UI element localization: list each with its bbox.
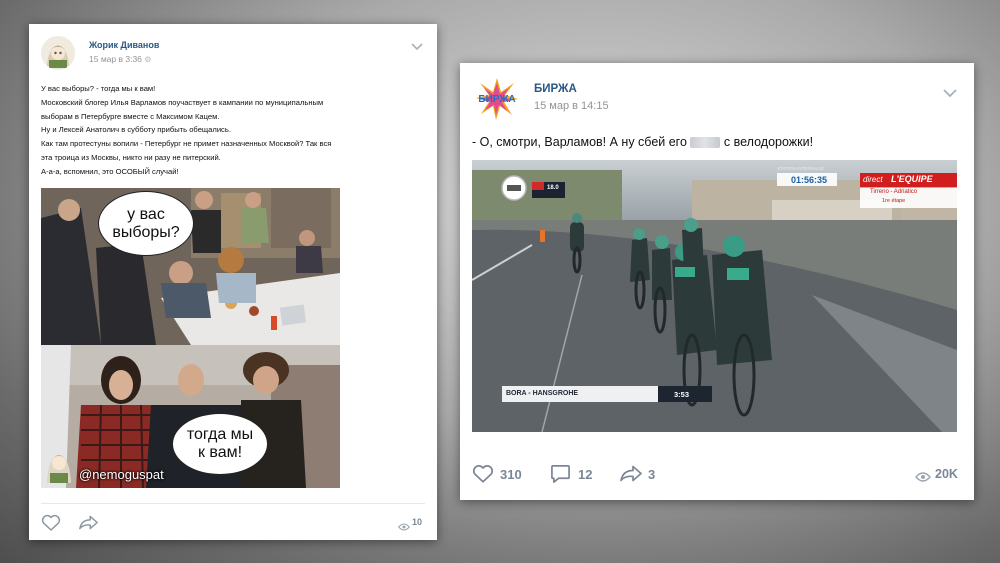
speech-bubble-bottom: тогда мы к вам! (172, 413, 268, 475)
censored-word (690, 137, 721, 149)
post-text: У вас выборы? - тогда мы к вам! Московск… (41, 82, 431, 179)
video-team-time: 3:53 (674, 390, 690, 399)
heart-icon[interactable] (41, 514, 61, 536)
post-text-line: А-а-а, вспомнил, это ОСОБЫЙ случай! (41, 166, 179, 176)
post-text-line: Московский блогер Илья Варламов поучаств… (41, 97, 324, 107)
settings-gear-icon: ⚙ (144, 55, 152, 64)
post-author[interactable]: БИРЖА (534, 83, 577, 95)
post-text: - О, смотри, Варламов! А ну сбей его с в… (472, 135, 813, 149)
post-text-start: - О, смотри, Варламов! А ну сбей его (472, 135, 687, 149)
logo-text: БИРЖА (478, 94, 515, 105)
watermark-avatar (44, 443, 74, 483)
video-distance: 18.0 (547, 185, 559, 191)
comment-icon[interactable] (550, 464, 571, 489)
video-race-name: Tirreno - Adriatico (870, 189, 918, 195)
post-card-zhorik: Жорик Диванов 15 мар в 3:36 ⚙ У вас выбо… (29, 24, 437, 540)
post-text-line: Как там протестуны вопили - Петербург не… (41, 139, 332, 149)
comments-count[interactable]: 12 (578, 467, 592, 482)
meme-photo-top[interactable]: у вас выборы? (41, 188, 340, 345)
eye-icon (915, 469, 931, 487)
share-icon[interactable] (79, 515, 98, 535)
meme-photo-bottom[interactable]: тогда мы к вам! @nemoguspat (41, 345, 340, 488)
post-text-line: У вас выборы? - тогда мы к вам! (41, 84, 156, 93)
speech-bubble-top: у вас выборы? (98, 191, 194, 256)
views-count: 20K (935, 467, 958, 481)
post-date[interactable]: 15 мар в 14:15 (534, 100, 609, 112)
post-text-end: с велодорожки! (723, 135, 814, 149)
watermark-handle: @nemoguspat (79, 467, 164, 482)
video-stage: 1re étape (882, 198, 906, 204)
eye-icon (398, 518, 410, 536)
shares-count[interactable]: 3 (648, 467, 655, 482)
views-count: 10 (412, 517, 423, 527)
video-brand: L'EQUIPE (891, 174, 933, 184)
likes-count[interactable]: 310 (500, 467, 522, 482)
post-text-line: эта троица из Москвы, никто ни разу не п… (41, 152, 221, 162)
author-avatar[interactable] (41, 36, 75, 70)
video-player[interactable]: 01:56:35 STATION INTERVALLE direct L'EQU… (472, 160, 957, 432)
share-icon[interactable] (620, 465, 642, 487)
video-clock: 01:56:35 (791, 175, 828, 185)
footer-divider (41, 503, 425, 504)
post-date[interactable]: 15 мар в 3:36 ⚙ (89, 54, 151, 64)
video-team-name: BORA - HANSGROHE (506, 390, 579, 397)
video-channel-tag: STATION INTERVALLE (777, 166, 825, 171)
post-text-line: Ну и Лексей Анатолич в субботу прибыть о… (41, 125, 231, 135)
chevron-down-icon[interactable] (943, 85, 957, 103)
author-avatar[interactable]: БИРЖА (474, 75, 520, 121)
video-direct-label: direct (863, 175, 883, 184)
post-author[interactable]: Жорик Диванов (89, 40, 159, 50)
post-text-line: выборам в Петербурге вместе с Максимом К… (41, 111, 220, 121)
heart-icon[interactable] (472, 464, 494, 488)
chevron-down-icon[interactable] (411, 38, 423, 56)
post-card-birzha: БИРЖА БИРЖА 15 мар в 14:15 - О, смотри, … (460, 63, 974, 500)
